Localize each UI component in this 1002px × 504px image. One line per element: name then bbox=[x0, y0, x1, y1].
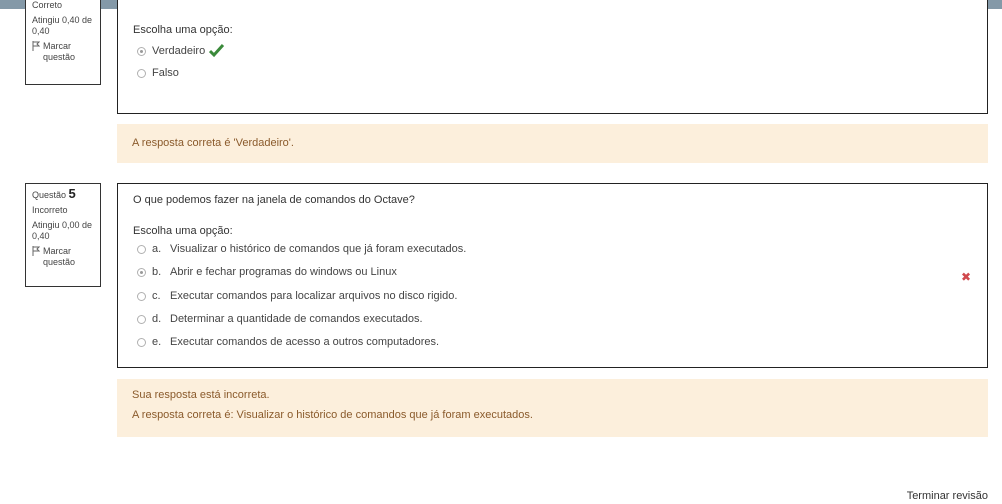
option-false[interactable]: Falso bbox=[137, 67, 179, 79]
option-label: Visualizar o histórico de comandos que j… bbox=[170, 243, 467, 255]
incorrect-icon: ✖ bbox=[960, 270, 971, 284]
answer-prompt: Escolha uma opção: bbox=[133, 225, 233, 237]
option-a[interactable]: a. Visualizar o histórico de comandos qu… bbox=[137, 243, 466, 255]
option-label: Abrir e fechar programas do windows ou L… bbox=[170, 266, 397, 278]
check-icon bbox=[209, 44, 225, 58]
option-true[interactable]: Verdadeiro bbox=[137, 44, 225, 58]
radio-button[interactable] bbox=[137, 68, 146, 78]
question-state: Incorreto bbox=[32, 205, 68, 215]
feedback-q5: Sua resposta está incorreta. A resposta … bbox=[117, 379, 988, 437]
correct-answer-text: A resposta correta é 'Verdadeiro'. bbox=[132, 137, 294, 149]
question-number-value: 5 bbox=[68, 186, 76, 201]
option-label: Executar comandos de acesso a outros com… bbox=[170, 336, 440, 348]
option-label: Determinar a quantidade de comandos exec… bbox=[170, 313, 423, 325]
option-d[interactable]: d. Determinar a quantidade de comandos e… bbox=[137, 313, 423, 325]
question-form-q5: O que podemos fazer na janela de comando… bbox=[117, 183, 988, 368]
question-grade: Atingiu 0,40 de 0,40 bbox=[32, 15, 93, 36]
flag-question-link[interactable]: Marcar questão bbox=[32, 246, 94, 268]
finish-review-link[interactable]: Terminar revisão bbox=[907, 490, 988, 502]
option-label: Executar comandos para localizar arquivo… bbox=[170, 290, 458, 302]
question-info-q5: Questão 5 Incorreto Atingiu 0,00 de 0,40… bbox=[25, 183, 101, 287]
correct-answer-text: A resposta correta é: Visualizar o histó… bbox=[132, 409, 533, 421]
option-letter: a. bbox=[152, 243, 162, 255]
question-number: Questão 5 bbox=[32, 186, 94, 201]
radio-button[interactable] bbox=[137, 337, 146, 347]
flag-question-label: Marcar questão bbox=[43, 246, 76, 267]
option-letter: c. bbox=[152, 290, 161, 302]
radio-button[interactable] bbox=[137, 267, 146, 277]
flag-icon bbox=[32, 41, 40, 51]
radio-button[interactable] bbox=[137, 314, 146, 324]
feedback-q4: A resposta correta é 'Verdadeiro'. bbox=[117, 124, 988, 163]
option-letter: e. bbox=[152, 336, 162, 348]
option-label: Falso bbox=[152, 67, 179, 79]
question-info-q4: Correto Atingiu 0,40 de 0,40 Marcar ques… bbox=[25, 0, 101, 85]
option-c[interactable]: c. Executar comandos para localizar arqu… bbox=[137, 290, 457, 302]
flag-question-link[interactable]: Marcar questão bbox=[32, 41, 94, 63]
radio-button[interactable] bbox=[137, 291, 146, 301]
option-letter: b. bbox=[152, 266, 162, 278]
flag-icon bbox=[32, 246, 40, 256]
question-state: Correto bbox=[32, 0, 63, 10]
answer-prompt: Escolha uma opção: bbox=[133, 24, 233, 36]
option-label: Verdadeiro bbox=[152, 45, 206, 57]
radio-button[interactable] bbox=[137, 244, 146, 254]
radio-button[interactable] bbox=[137, 46, 146, 56]
option-e[interactable]: e. Executar comandos de acesso a outros … bbox=[137, 336, 439, 348]
option-letter: d. bbox=[152, 313, 162, 325]
question-number-label: Questão bbox=[32, 190, 67, 200]
question-form-q4: Escolha uma opção: Verdadeiro Falso bbox=[117, 0, 988, 114]
option-b[interactable]: b. Abrir e fechar programas do windows o… bbox=[137, 266, 397, 278]
feedback-status: Sua resposta está incorreta. bbox=[132, 389, 270, 401]
flag-question-label: Marcar questão bbox=[43, 41, 76, 62]
question-grade: Atingiu 0,00 de 0,40 bbox=[32, 220, 93, 241]
question-text: O que podemos fazer na janela de comando… bbox=[133, 194, 415, 206]
